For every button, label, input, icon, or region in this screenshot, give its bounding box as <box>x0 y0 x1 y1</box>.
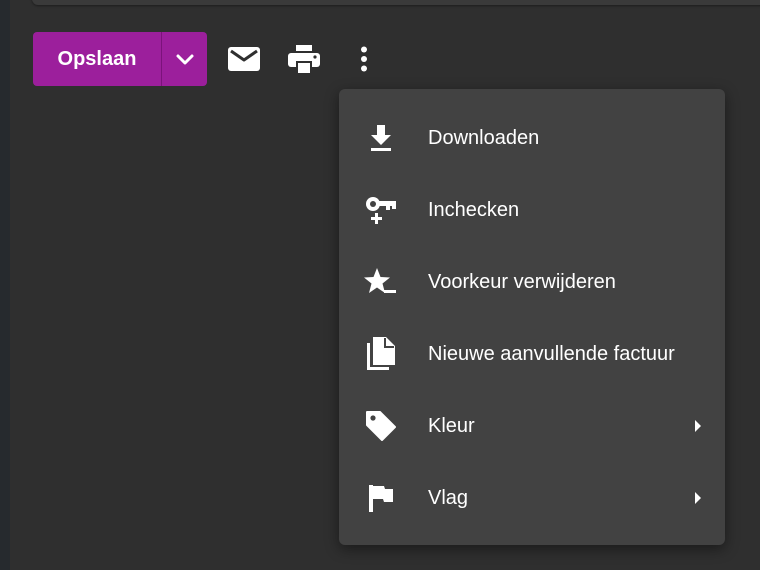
print-button[interactable] <box>284 39 324 79</box>
chevron-right-icon <box>693 491 703 505</box>
more-options-menu: Downloaden Inchecken Voorkeur verwijdere… <box>339 89 725 545</box>
menu-item-label: Voorkeur verwijderen <box>428 270 616 293</box>
menu-item-label: Inchecken <box>428 198 520 221</box>
left-edge <box>0 0 10 570</box>
menu-item-label: Vlag <box>428 486 469 509</box>
save-split-button: Opslaan <box>33 32 207 86</box>
mail-icon <box>228 47 260 71</box>
more-vert-icon <box>361 46 367 72</box>
save-button[interactable]: Opslaan <box>33 32 161 86</box>
toolbar: Opslaan <box>33 32 384 86</box>
email-button[interactable] <box>224 39 264 79</box>
menu-item-label: Nieuwe aanvullende factuur <box>428 342 675 365</box>
menu-item-nieuwe-aanvullende-factuur[interactable]: Nieuwe aanvullende factuur <box>339 318 725 390</box>
top-panel <box>32 0 760 5</box>
save-options-button[interactable] <box>162 32 207 86</box>
download-icon <box>363 120 399 156</box>
more-options-button[interactable] <box>344 39 384 79</box>
menu-item-label: Kleur <box>428 414 475 437</box>
menu-item-voorkeur-verwijderen[interactable]: Voorkeur verwijderen <box>339 246 725 318</box>
chevron-right-icon <box>693 419 703 433</box>
tag-icon <box>363 408 399 444</box>
menu-item-kleur[interactable]: Kleur <box>339 390 725 462</box>
print-icon <box>288 45 320 73</box>
key-plus-icon <box>363 192 399 228</box>
menu-item-inchecken[interactable]: Inchecken <box>339 174 725 246</box>
star-remove-icon <box>363 264 399 300</box>
file-copy-icon <box>363 336 399 372</box>
chevron-down-icon <box>176 54 193 65</box>
menu-item-label: Downloaden <box>428 126 540 149</box>
flag-icon <box>363 480 399 516</box>
menu-item-vlag[interactable]: Vlag <box>339 462 725 534</box>
menu-item-downloaden[interactable]: Downloaden <box>339 102 725 174</box>
